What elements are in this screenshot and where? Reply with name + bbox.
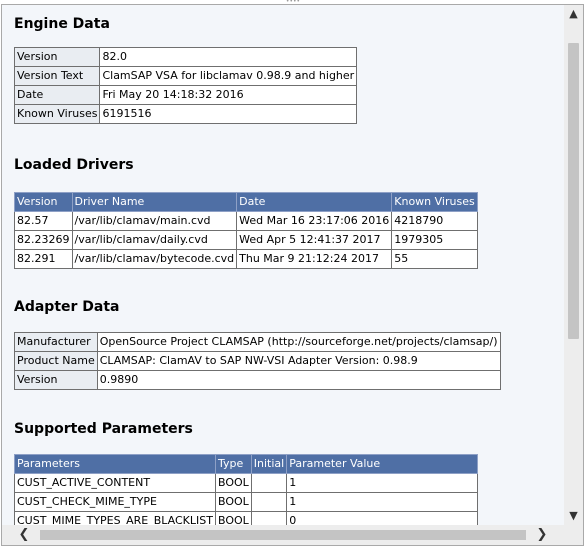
driver-viruses-cell: 1979305 [391,230,478,250]
column-header-known-viruses: Known Viruses [391,192,478,212]
parameter-name-cell: CUST_MIME_TYPES_ARE_BLACKLIST [14,511,216,525]
column-header-parameter-value: Parameter Value [286,454,479,474]
engine-key: Date [13,85,101,105]
adapter-key: Product Name [14,351,98,371]
engine-key: Version [13,47,101,67]
engine-data-table: Version 82.0 Version Text ClamSAP VSA fo… [13,47,358,124]
adapter-data-table: Manufacturer OpenSource Project CLAMSAP … [14,332,501,390]
scroll-up-icon[interactable]: ▲ [564,5,583,23]
table-row: Version 82.0 [13,47,358,67]
report-panel: Engine Data Version 82.0 Version Text Cl… [1,4,584,546]
table-header-row: Parameters Type Initial Parameter Value [14,454,479,474]
column-header-date: Date [236,192,393,212]
supported-parameters-title: Supported Parameters [14,421,193,437]
supported-parameters-table: Parameters Type Initial Parameter Value … [14,454,479,525]
loaded-drivers-title: Loaded Drivers [14,157,134,173]
driver-name-cell: /var/lib/clamav/main.cvd [71,211,238,231]
column-header-driver-name: Driver Name [71,192,238,212]
table-row: Date Fri May 20 14:18:32 2016 [13,85,358,105]
driver-viruses-cell: 55 [391,249,478,269]
parameter-initial-cell [250,473,288,493]
column-header-parameters: Parameters [14,454,216,474]
column-header-version: Version [14,192,73,212]
table-row: Manufacturer OpenSource Project CLAMSAP … [14,332,501,352]
parameter-value-cell: 1 [286,492,479,512]
driver-date-cell: Wed Apr 5 12:41:37 2017 [236,230,393,250]
report-content: Engine Data Version 82.0 Version Text Cl… [2,5,564,525]
table-row: CUST_CHECK_MIME_TYPE BOOL 1 [14,492,479,512]
table-row: CUST_ACTIVE_CONTENT BOOL 1 [14,473,479,493]
column-header-type: Type [214,454,252,474]
table-row: Known Viruses 6191516 [13,104,358,124]
column-header-initial: Initial [250,454,288,474]
adapter-key: Manufacturer [14,332,98,352]
vertical-scroll-thumb[interactable] [568,43,579,339]
scroll-right-icon[interactable]: ❯ [532,525,552,545]
table-row: 82.23269 /var/lib/clamav/daily.cvd Wed A… [14,230,478,250]
driver-name-cell: /var/lib/clamav/daily.cvd [71,230,238,250]
driver-name-cell: /var/lib/clamav/bytecode.cvd [71,249,238,269]
engine-value: Fri May 20 14:18:32 2016 [99,85,358,105]
driver-date-cell: Wed Mar 16 23:17:06 2016 [236,211,393,231]
driver-version-cell: 82.23269 [14,230,73,250]
parameter-initial-cell [250,492,288,512]
driver-date-cell: Thu Mar 9 21:12:24 2017 [236,249,393,269]
adapter-value: OpenSource Project CLAMSAP (http://sourc… [96,332,501,352]
vertical-scrollbar[interactable]: ▲ ▼ [564,5,583,525]
scrollbar-corner [564,525,583,545]
driver-version-cell: 82.57 [14,211,73,231]
parameter-value-cell: 0 [286,511,479,525]
adapter-value: CLAMSAP: ClamAV to SAP NW-VSI Adapter Ve… [96,351,501,371]
parameter-name-cell: CUST_ACTIVE_CONTENT [14,473,216,493]
parameter-value-cell: 1 [286,473,479,493]
parameter-type-cell: BOOL [214,473,252,493]
driver-viruses-cell: 4218790 [391,211,478,231]
table-row: Product Name CLAMSAP: ClamAV to SAP NW-V… [14,351,501,371]
engine-value: ClamSAP VSA for libclamav 0.98.9 and hig… [99,66,358,86]
table-header-row: Version Driver Name Date Known Viruses [14,192,478,212]
engine-data-title: Engine Data [14,16,110,32]
horizontal-scrollbar[interactable]: ❮ ❯ [2,525,564,545]
scroll-down-icon[interactable]: ▼ [564,507,583,525]
driver-version-cell: 82.291 [14,249,73,269]
table-row: 82.291 /var/lib/clamav/bytecode.cvd Thu … [14,249,478,269]
parameter-name-cell: CUST_CHECK_MIME_TYPE [14,492,216,512]
table-row: 82.57 /var/lib/clamav/main.cvd Wed Mar 1… [14,211,478,231]
parameter-initial-cell [250,511,288,525]
engine-value: 82.0 [99,47,358,67]
horizontal-scroll-thumb[interactable] [40,530,526,540]
loaded-drivers-table: Version Driver Name Date Known Viruses 8… [14,192,478,269]
engine-key: Version Text [13,66,101,86]
scroll-left-icon[interactable]: ❮ [14,525,34,545]
engine-value: 6191516 [99,104,358,124]
table-row: Version Text ClamSAP VSA for libclamav 0… [13,66,358,86]
adapter-data-title: Adapter Data [14,299,120,315]
adapter-value: 0.9890 [96,370,501,390]
parameter-type-cell: BOOL [214,492,252,512]
adapter-key: Version [14,370,98,390]
table-row: CUST_MIME_TYPES_ARE_BLACKLIST BOOL 0 [14,511,479,525]
engine-key: Known Viruses [13,104,101,124]
parameter-type-cell: BOOL [214,511,252,525]
table-row: Version 0.9890 [14,370,501,390]
